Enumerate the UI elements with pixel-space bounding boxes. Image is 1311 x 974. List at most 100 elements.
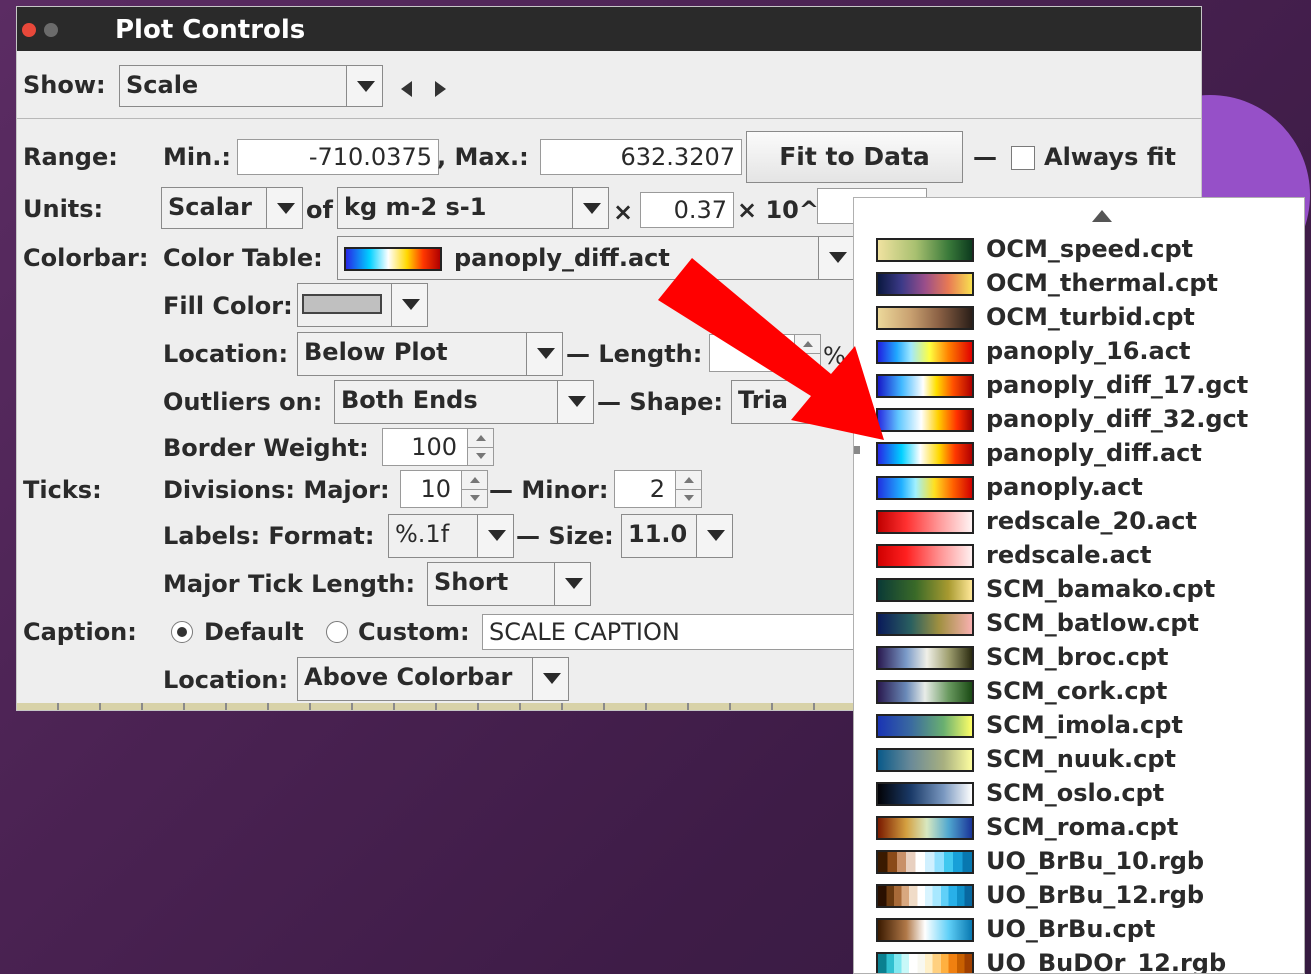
spinner-arrows-icon[interactable] [467, 429, 493, 465]
colormap-name: panoply_diff_32.gct [986, 405, 1249, 433]
units-of-label: of [306, 196, 333, 224]
colormap-swatch [876, 238, 974, 262]
shape-label: — Shape: [597, 388, 723, 416]
colormap-name: redscale.act [986, 541, 1152, 569]
range-min-input[interactable]: -710.0375 [237, 139, 439, 175]
previous-arrow-icon[interactable] [401, 81, 412, 97]
range-max-input[interactable]: 632.3207 [540, 139, 742, 175]
color-table-dropdown-list[interactable]: OCM_speed.cpt OCM_thermal.cpt OCM_turbid.c… [853, 197, 1305, 974]
chevron-down-icon [391, 284, 427, 326]
colormap-swatch [876, 850, 974, 874]
fit-to-data-button[interactable]: Fit to Data [746, 131, 963, 183]
spinner-arrows-icon[interactable] [461, 471, 487, 507]
unit-scale-input[interactable]: 0.37 [640, 192, 734, 228]
colormap-swatch [876, 408, 974, 432]
colormap-name: SCM_roma.cpt [986, 813, 1179, 841]
colormap-list-item[interactable]: SCM_nuuk.cpt [876, 742, 1176, 776]
spinner-arrows-icon[interactable] [675, 471, 701, 507]
colormap-list-item[interactable]: SCM_roma.cpt [876, 810, 1178, 844]
major-tick-length-label: Major Tick Length: [163, 570, 416, 598]
colorbar-location-label: Location: [163, 340, 289, 368]
colormap-list-item[interactable]: panoply_16.act [876, 334, 1190, 368]
range-max-label: , Max.: [437, 143, 529, 171]
colormap-name: SCM_batlow.cpt [986, 609, 1199, 637]
minor-divisions-label: — Minor: [489, 476, 609, 504]
outliers-select[interactable]: Both Ends [334, 380, 594, 424]
fill-color-select[interactable] [297, 283, 428, 327]
colormap-swatch [876, 884, 974, 908]
color-table-label: Color Table: [163, 244, 323, 272]
unit-select[interactable]: kg m-2 s-1 [337, 187, 609, 229]
colormap-name: UO_BuDOr_12.rgb [986, 949, 1227, 974]
colormap-list-item[interactable]: redscale_20.act [876, 504, 1197, 538]
show-bar: Show: Scale [17, 51, 1201, 119]
caption-location-select[interactable]: Above Colorbar [297, 657, 569, 701]
colormap-list-item[interactable]: SCM_batlow.cpt [876, 606, 1199, 640]
colormap-list-item[interactable]: panoply_diff.act [876, 436, 1202, 470]
colormap-list-item[interactable]: panoply_diff_17.gct [876, 368, 1248, 402]
colormap-list-item[interactable]: OCM_thermal.cpt [876, 266, 1218, 300]
colormap-list-item[interactable]: UO_BrBu_12.rgb [876, 878, 1204, 912]
always-fit-checkbox[interactable] [1011, 146, 1035, 170]
colormap-name: UO_BrBu_10.rgb [986, 847, 1205, 875]
border-weight-label: Border Weight: [163, 434, 369, 462]
colormap-swatch [876, 748, 974, 772]
colormap-list-item[interactable]: UO_BuDOr_12.rgb [876, 946, 1227, 974]
size-select[interactable]: 11.0 [621, 514, 733, 558]
outliers-value: Both Ends [341, 386, 478, 414]
colormap-list-item[interactable]: SCM_imola.cpt [876, 708, 1183, 742]
colormap-list-item[interactable]: OCM_turbid.cpt [876, 300, 1195, 334]
chevron-down-icon [477, 515, 513, 557]
border-weight-spinner[interactable]: 100 [382, 428, 494, 466]
format-value: %.1f [395, 520, 450, 548]
format-select[interactable]: %.1f [388, 514, 514, 558]
default-caption-radio[interactable] [171, 621, 193, 643]
colormap-list-item[interactable]: SCM_cork.cpt [876, 674, 1167, 708]
colormap-list-item[interactable]: SCM_oslo.cpt [876, 776, 1164, 810]
colormap-swatch [876, 680, 974, 704]
chevron-down-icon [532, 658, 568, 700]
colormap-list-item[interactable]: UO_BrBu_10.rgb [876, 844, 1204, 878]
minimize-window-button[interactable] [44, 23, 58, 37]
color-table-select[interactable]: panoply_diff.act [337, 236, 855, 280]
caption-location-label: Location: [163, 666, 289, 694]
custom-caption-radio[interactable] [326, 621, 348, 643]
colormap-list-item[interactable]: UO_BrBu.cpt [876, 912, 1155, 946]
default-caption-label: Default [204, 618, 304, 646]
custom-caption-input[interactable]: SCALE CAPTION [482, 614, 882, 650]
colormap-list-item[interactable]: SCM_broc.cpt [876, 640, 1169, 674]
colormap-swatch [876, 476, 974, 500]
length-label: — Length: [566, 340, 703, 368]
labels-format-label: Labels: Format: [163, 522, 375, 550]
unit-type-select[interactable]: Scalar [161, 187, 303, 229]
colormap-list-item[interactable]: SCM_bamako.cpt [876, 572, 1215, 606]
colormap-list-item[interactable]: redscale.act [876, 538, 1152, 572]
colormap-swatch [876, 272, 974, 296]
unit-type-value: Scalar [168, 193, 252, 221]
close-window-button[interactable] [22, 23, 36, 37]
next-arrow-icon[interactable] [435, 81, 446, 97]
colormap-name: SCM_oslo.cpt [986, 779, 1165, 807]
colorbar-location-select[interactable]: Below Plot [297, 332, 563, 376]
colormap-name: OCM_speed.cpt [986, 235, 1194, 263]
units-times-label: × [613, 198, 634, 226]
colormap-list-item[interactable]: panoply.act [876, 470, 1143, 504]
colormap-swatch [876, 714, 974, 738]
minor-divisions-spinner[interactable]: 2 [614, 470, 702, 508]
scroll-up-icon[interactable] [1092, 210, 1112, 222]
colormap-name: SCM_cork.cpt [986, 677, 1168, 705]
colormap-swatch [876, 306, 974, 330]
major-divisions-spinner[interactable]: 10 [400, 470, 488, 508]
colormap-list-item[interactable]: OCM_speed.cpt [876, 232, 1193, 266]
colormap-list-item[interactable]: panoply_diff_32.gct [876, 402, 1248, 436]
major-tick-length-select[interactable]: Short [427, 562, 591, 606]
length-spinner[interactable] [709, 334, 821, 372]
spinner-arrows-icon[interactable] [794, 335, 820, 371]
show-select[interactable]: Scale [119, 65, 383, 107]
colormap-name: panoply_diff.act [986, 439, 1202, 467]
window-title: Plot Controls [115, 15, 306, 45]
colorbar-location-value: Below Plot [304, 338, 448, 366]
colormap-swatch [876, 544, 974, 568]
outliers-label: Outliers on: [163, 388, 323, 416]
chevron-down-icon [526, 333, 562, 375]
